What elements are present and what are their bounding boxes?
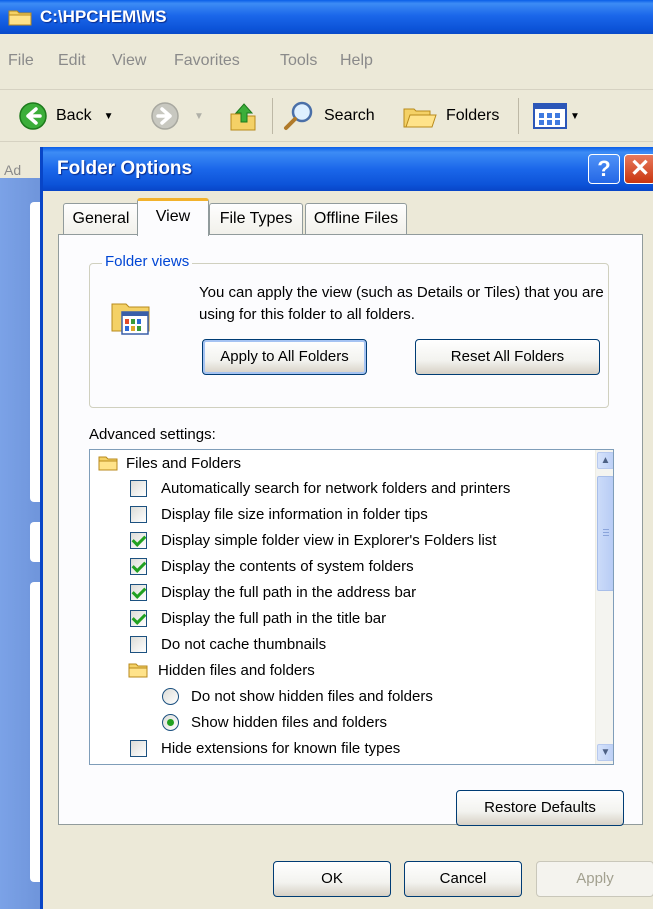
- toolbar-separator: [518, 98, 519, 134]
- folder-options-dialog: Folder Options ? ✕ General View File Typ…: [40, 147, 653, 909]
- dropdown-arrow-icon: ▼: [570, 110, 580, 122]
- view-tab-panel: Folder views You can apply the view (suc…: [58, 234, 643, 826]
- dropdown-arrow-icon[interactable]: ▼: [104, 111, 114, 122]
- toolbar: Back ▼ ▼ Search Folders ▼: [0, 90, 653, 142]
- reset-all-folders-button[interactable]: Reset All Folders: [415, 339, 600, 375]
- address-label: Ad: [4, 162, 22, 178]
- list-item-label: Display file size information in folder …: [161, 505, 428, 523]
- scrollbar-thumb[interactable]: [597, 476, 613, 591]
- menu-file[interactable]: File: [8, 52, 34, 70]
- forward-arrow-icon: [151, 102, 179, 130]
- menu-tools[interactable]: Tools: [280, 52, 317, 70]
- list-item[interactable]: Display simple folder view in Explorer's…: [130, 527, 496, 553]
- list-item[interactable]: Display the full path in the address bar: [130, 579, 416, 605]
- menu-edit[interactable]: Edit: [58, 52, 86, 70]
- back-button[interactable]: Back ▼: [18, 100, 113, 132]
- apply-button[interactable]: Apply: [536, 861, 653, 897]
- task-pane-panel: [30, 202, 40, 502]
- views-button[interactable]: ▼: [532, 100, 580, 132]
- folder-views-description: You can apply the view (such as Details …: [199, 284, 604, 323]
- list-item[interactable]: Do not cache thumbnails: [130, 631, 326, 657]
- list-item-label: Display the contents of system folders: [161, 557, 414, 575]
- checkbox[interactable]: [130, 505, 147, 523]
- folder-views-legend: Folder views: [102, 253, 193, 270]
- search-label: Search: [324, 107, 375, 124]
- explorer-titlebar[interactable]: C:\HPCHEM\MS: [0, 0, 653, 34]
- list-item-label: Display the full path in the address bar: [161, 583, 417, 601]
- explorer-title: C:\HPCHEM\MS: [40, 7, 167, 26]
- toolbar-separator: [272, 98, 273, 134]
- tab-offline-files[interactable]: Offline Files: [305, 203, 407, 235]
- checkbox[interactable]: [130, 609, 147, 627]
- explorer-task-pane: [0, 178, 40, 909]
- list-item-label: Do not show hidden files and folders: [191, 687, 433, 705]
- folder-icon: [128, 663, 148, 678]
- advanced-settings-list[interactable]: Files and Folders Automatically search f…: [89, 449, 614, 765]
- folder-icon: [98, 456, 118, 471]
- help-button[interactable]: ?: [588, 154, 620, 184]
- folder-views-group: Folder views You can apply the view (suc…: [89, 253, 609, 408]
- list-item[interactable]: Display the contents of system folders: [130, 553, 414, 579]
- radio-button[interactable]: [162, 687, 179, 705]
- checkbox[interactable]: [130, 557, 147, 575]
- dialog-title: Folder Options: [57, 158, 193, 179]
- task-pane-panel: [30, 582, 40, 882]
- list-item: Files and Folders: [98, 450, 241, 476]
- menu-view[interactable]: View: [112, 52, 146, 70]
- cancel-button[interactable]: Cancel: [404, 861, 522, 897]
- apply-to-all-folders-button[interactable]: Apply to All Folders: [202, 339, 367, 375]
- search-button[interactable]: Search: [282, 100, 375, 132]
- views-icon: [533, 103, 567, 129]
- ok-button[interactable]: OK: [273, 861, 391, 897]
- folders-icon: [403, 108, 437, 128]
- list-item-label: Display simple folder view in Explorer's…: [161, 531, 497, 549]
- tab-view[interactable]: View: [137, 198, 209, 236]
- list-item[interactable]: Display file size information in folder …: [130, 501, 428, 527]
- forward-button[interactable]: ▼: [150, 100, 204, 132]
- folder-icon: [8, 10, 32, 26]
- list-item[interactable]: Show hidden files and folders: [162, 709, 387, 735]
- up-folder-icon: [230, 103, 256, 131]
- scroll-up-icon[interactable]: ▲: [597, 452, 613, 469]
- list-item[interactable]: Hide extensions for known file types: [130, 735, 400, 761]
- close-button[interactable]: ✕: [624, 154, 653, 184]
- menu-help[interactable]: Help: [340, 52, 373, 70]
- list-item-label: Hidden files and folders: [158, 661, 315, 679]
- list-item-label: Hide extensions for known file types: [161, 739, 401, 757]
- list-item-label: Show hidden files and folders: [191, 713, 387, 731]
- list-item-label: Do not cache thumbnails: [161, 635, 327, 653]
- task-pane-panel: [30, 522, 40, 562]
- list-item-label: Automatically search for network folders…: [161, 479, 511, 497]
- checkbox[interactable]: [130, 531, 147, 549]
- list-item-label: Display the full path in the title bar: [161, 609, 387, 627]
- back-label: Back: [56, 107, 92, 124]
- folder-view-icon: [111, 303, 150, 335]
- back-arrow-icon: [19, 102, 47, 130]
- search-icon: [284, 101, 313, 130]
- restore-defaults-button[interactable]: Restore Defaults: [456, 790, 624, 826]
- checkbox[interactable]: [130, 739, 147, 757]
- checkbox[interactable]: [130, 479, 147, 497]
- folders-button[interactable]: Folders: [402, 100, 499, 132]
- list-item[interactable]: Do not show hidden files and folders: [162, 683, 433, 709]
- tab-file-types[interactable]: File Types: [209, 203, 303, 235]
- list-item: Hidden files and folders: [128, 657, 315, 683]
- up-folder-button[interactable]: [228, 100, 258, 132]
- menu-bar: File Edit View Favorites Tools Help: [0, 34, 653, 90]
- folders-label: Folders: [446, 107, 500, 124]
- dropdown-arrow-icon[interactable]: ▼: [194, 111, 204, 122]
- vertical-scrollbar[interactable]: ▲ ▼: [595, 450, 613, 764]
- tab-general[interactable]: General: [63, 203, 139, 235]
- list-item[interactable]: Display the full path in the title bar: [130, 605, 386, 631]
- scrollbar-grip-icon: [603, 529, 609, 537]
- menu-favorites[interactable]: Favorites: [174, 52, 240, 70]
- list-item-label: Files and Folders: [126, 454, 242, 472]
- checkbox[interactable]: [130, 635, 147, 653]
- radio-button[interactable]: [162, 713, 179, 731]
- checkbox[interactable]: [130, 583, 147, 601]
- list-item[interactable]: Automatically search for network folders…: [130, 475, 510, 501]
- advanced-settings-label: Advanced settings:: [89, 426, 216, 443]
- dialog-titlebar[interactable]: Folder Options ? ✕: [43, 147, 653, 191]
- scroll-down-icon[interactable]: ▼: [597, 744, 613, 761]
